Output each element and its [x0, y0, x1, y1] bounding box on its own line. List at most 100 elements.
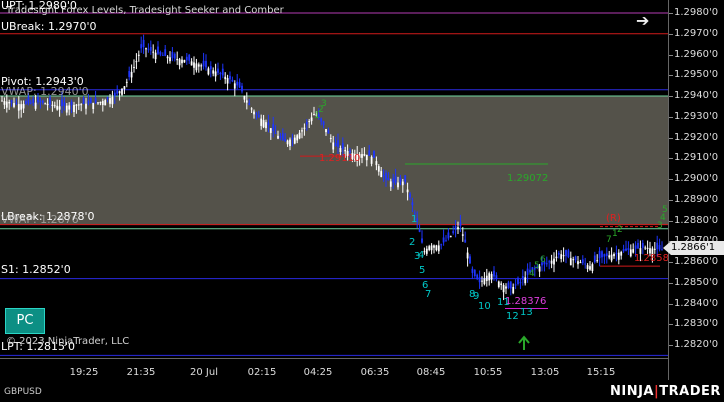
pc-button[interactable]: PC	[5, 308, 45, 334]
forward-arrow-icon[interactable]: ➔	[636, 11, 649, 30]
price-bar-body	[260, 118, 263, 126]
comber-count-mark: 3	[321, 99, 327, 109]
y-tick-mark	[669, 116, 673, 118]
price-bar-body	[322, 121, 325, 126]
price-bar-body	[377, 166, 380, 172]
price-bar-body	[34, 102, 37, 109]
price-bar-body	[325, 128, 327, 133]
price-bar-body	[61, 99, 63, 107]
price-bar-body	[65, 105, 68, 113]
price-axis[interactable]: 1.2980'0 1.2970'0 1.2960'0 1.2950'0 1.2940'0…	[668, 0, 724, 380]
y-tick-mark	[669, 220, 673, 222]
price-bar-body	[447, 232, 450, 239]
price-bar-body	[272, 123, 275, 132]
price-bar-body	[226, 78, 229, 84]
price-bar-body	[277, 135, 279, 139]
price-bar-body	[29, 102, 32, 104]
price-bar-body	[401, 181, 404, 186]
time-axis[interactable]: 19:25 21:35 20 Jul 02:15 04:25 06:35 08:45 10:5…	[0, 358, 668, 381]
price-bar-body	[370, 156, 373, 164]
price-bar-body	[161, 54, 164, 56]
price-bar-body	[190, 61, 193, 66]
price-bar-body	[435, 245, 438, 251]
price-bar-body	[406, 189, 409, 193]
price-bar-body	[387, 178, 390, 181]
x-tick-label: 21:35	[126, 367, 156, 378]
y-tick-mark	[669, 158, 673, 160]
price-bar-body	[166, 56, 169, 59]
price-bar-body	[418, 229, 421, 232]
price-bar-body	[433, 245, 435, 248]
price-bar-body	[44, 103, 47, 105]
seeker-count-2: 2	[409, 237, 416, 248]
price-bar-body	[188, 54, 191, 61]
mid-green-price-label: 1.29072	[507, 173, 549, 184]
price-bar-body	[495, 275, 498, 280]
price-panel[interactable]: 123456712345 Tradesight Forex Levels, Tr…	[0, 0, 668, 358]
comber-count-mark: 7	[606, 235, 612, 245]
y-tick-label: 1.2940'0	[674, 90, 719, 101]
price-bar-body	[113, 92, 116, 97]
price-bar-body	[231, 79, 234, 82]
price-bar-body	[123, 86, 126, 90]
price-bar-body	[656, 242, 659, 250]
y-tick-mark	[669, 179, 673, 180]
price-bar-body	[202, 60, 205, 67]
price-bar-body	[572, 259, 575, 261]
price-bar-body	[555, 256, 558, 259]
price-bar-body	[617, 252, 620, 260]
price-bar-body	[449, 236, 452, 238]
price-bar-body	[142, 39, 145, 48]
price-bar-body	[459, 222, 462, 227]
price-bar-body	[625, 248, 627, 251]
ninjatrader-logo: NINJA|TRADER	[610, 384, 721, 399]
price-bar-body	[327, 130, 330, 134]
price-bar-body	[73, 104, 75, 113]
price-bar-body	[279, 135, 282, 138]
price-bar-body	[284, 138, 287, 142]
comber-count-mark: 6	[540, 255, 546, 265]
price-bar-body	[197, 64, 200, 67]
price-bar-body	[121, 88, 123, 95]
price-bar-body	[469, 256, 471, 264]
price-bar-body	[224, 76, 227, 80]
price-bar-body	[164, 49, 167, 56]
price-bar-body	[373, 150, 375, 158]
price-bar-body	[404, 175, 407, 182]
x-tick-label: 06:35	[360, 367, 390, 378]
price-bar-body	[428, 246, 431, 250]
price-bar-body	[104, 100, 107, 106]
price-bar-body	[586, 265, 589, 270]
price-bar-body	[476, 274, 479, 280]
y-tick-label: 1.2960'0	[674, 48, 719, 60]
price-bar-body	[627, 248, 630, 250]
price-bar-body	[562, 255, 565, 257]
price-bar-body	[257, 114, 260, 118]
price-bar-body	[159, 52, 162, 55]
seeker-count-4: 4	[418, 250, 425, 261]
price-bar-body	[646, 247, 649, 249]
price-bar-body	[101, 101, 104, 105]
price-bar-body	[3, 101, 6, 105]
price-bar-body	[58, 106, 61, 110]
x-tick-label: 20 Jul	[190, 367, 218, 378]
vwap-lower-label: VWAP: 1.2876	[1, 213, 79, 226]
price-bar-body	[615, 253, 618, 255]
price-bar-body	[267, 122, 270, 126]
price-bar-body	[301, 130, 303, 132]
price-bar-body	[10, 100, 13, 103]
price-bar-body	[39, 100, 42, 103]
price-bar-body	[245, 100, 248, 103]
price-bar-body	[514, 284, 517, 286]
price-bar-body	[521, 276, 524, 280]
price-bar-body	[397, 182, 399, 188]
price-bar-body	[303, 127, 306, 129]
price-bar-body	[152, 51, 155, 53]
price-bar-body	[488, 273, 491, 281]
price-bar-body	[125, 81, 128, 83]
price-bar-body	[589, 266, 591, 270]
y-tick-label: 1.2950'0	[674, 69, 719, 81]
price-bar-body	[512, 286, 515, 294]
price-chart[interactable]: 12345671 2 345	[0, 0, 668, 358]
price-bar-body	[17, 104, 20, 111]
